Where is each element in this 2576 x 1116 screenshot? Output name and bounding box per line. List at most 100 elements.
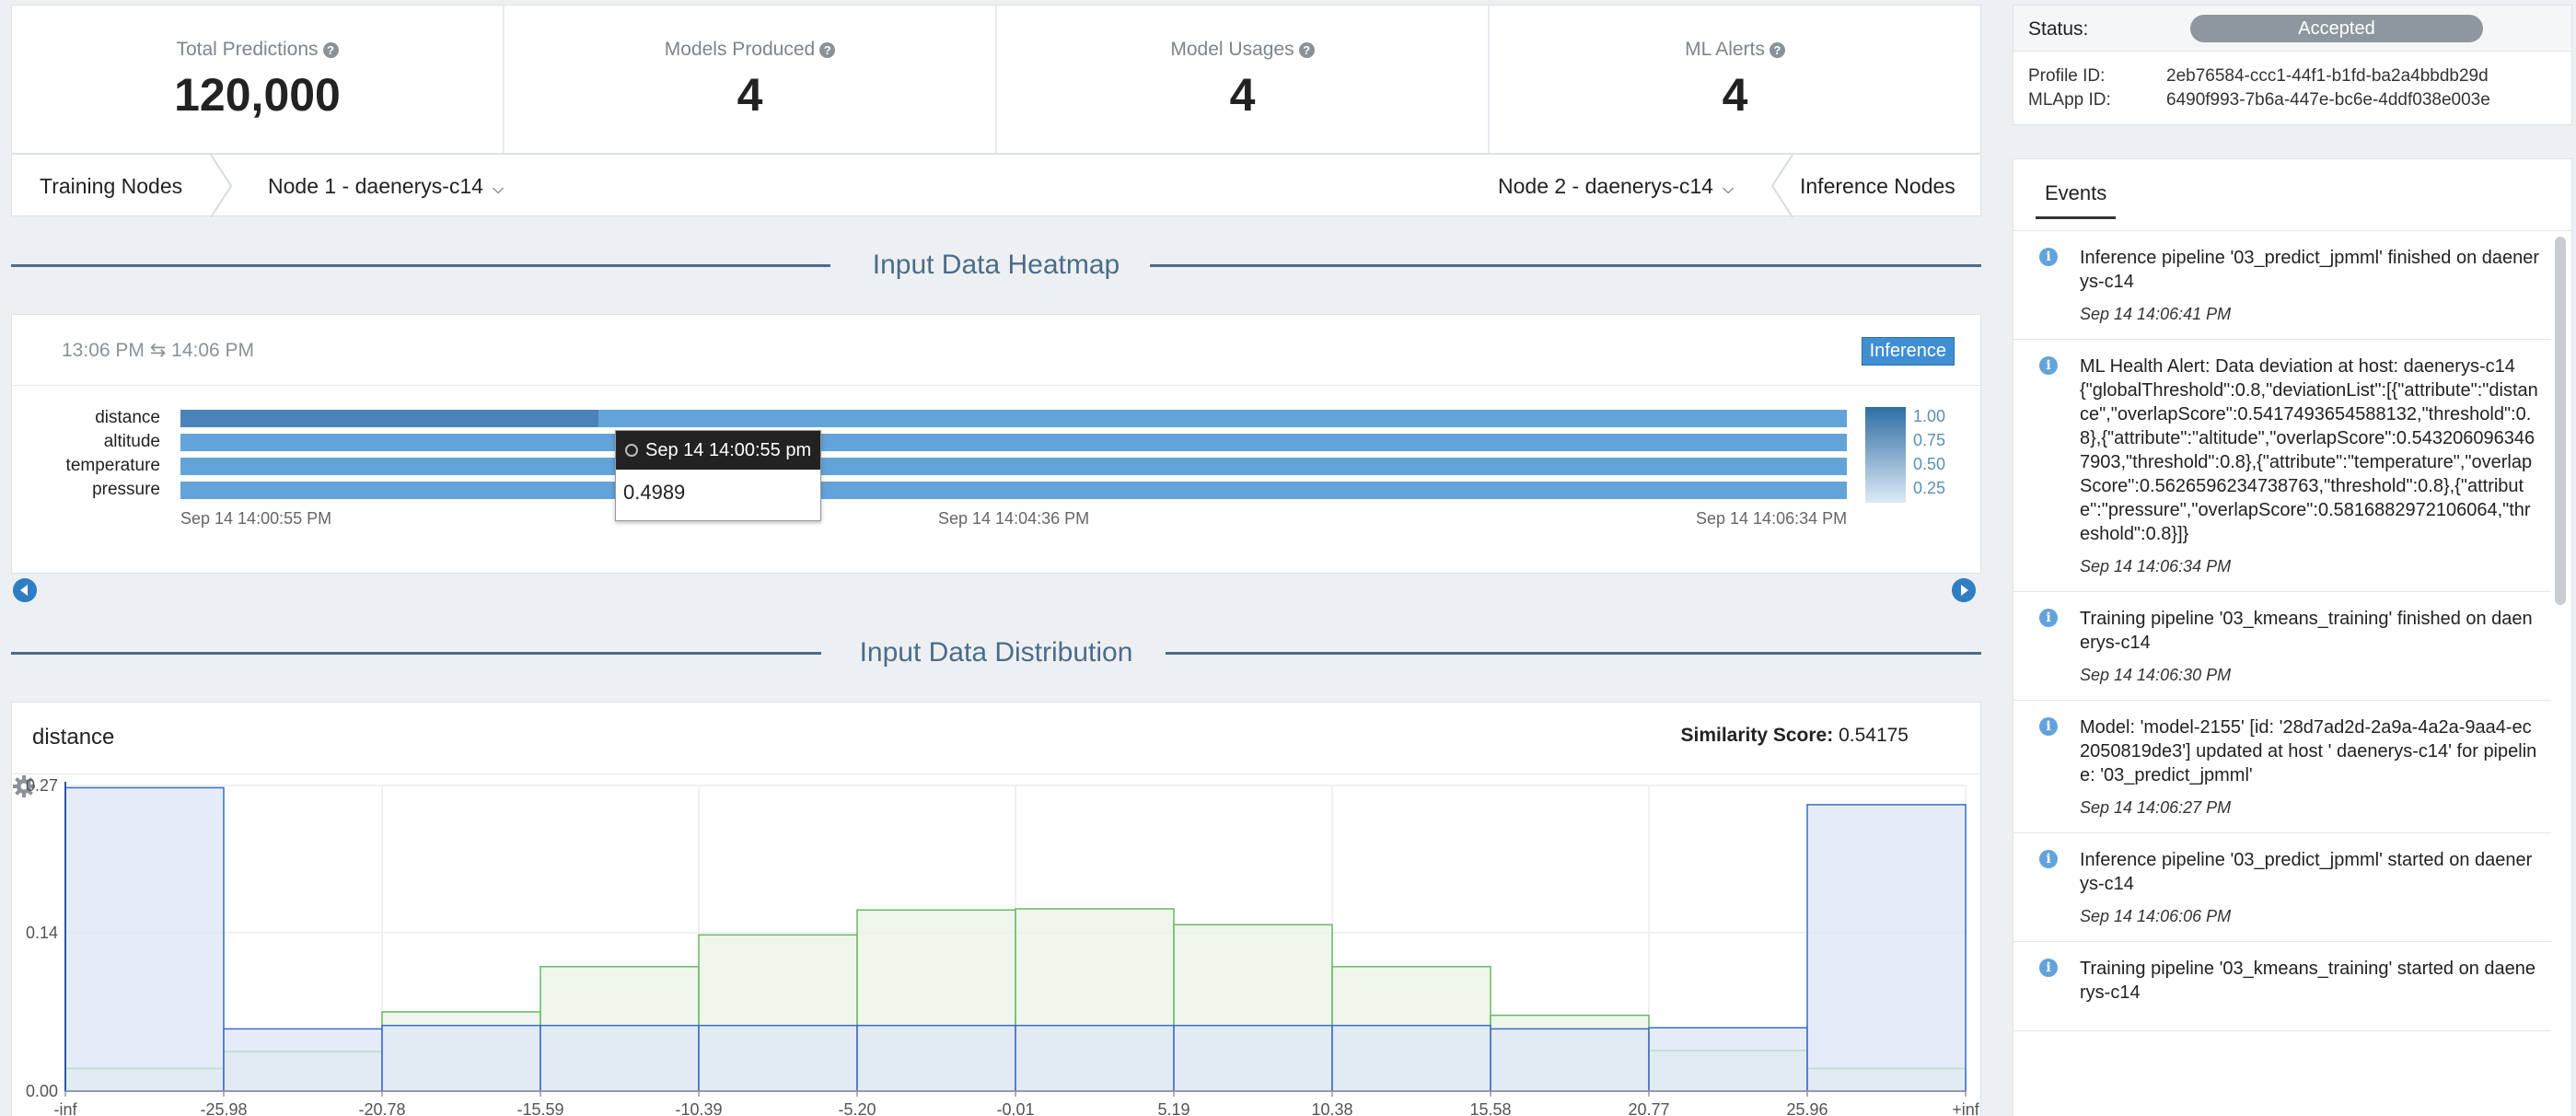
info-icon: i — [2039, 850, 2058, 868]
histogram-bar-inference — [64, 786, 225, 1092]
event-time: Sep 14 14:06:30 PM — [2080, 666, 2232, 684]
x-tick-label: -10.39 — [675, 1100, 722, 1116]
events-panel: Events i Inference pipeline '03_predict_j… — [2013, 158, 2572, 1116]
event-item: i Inference pipeline '03_predict_jpmml' s… — [2013, 833, 2551, 942]
x-tick-label: 10.38 — [1311, 1100, 1352, 1116]
heatmap-cell — [180, 410, 598, 427]
y-tick-label: 0.27 — [26, 776, 58, 795]
heatmap-panel: 13:06 PM ⇆ 14:06 PM Inference distance a… — [11, 314, 1981, 574]
node1-label: Node 1 - daenerys-c14 — [268, 174, 483, 198]
help-icon[interactable]: ? — [1298, 42, 1315, 58]
event-message: Training pipeline '03_kmeans_training' f… — [2080, 609, 2533, 653]
event-message: Model: 'model-2155' [id: '28d7ad2d-2a9a-… — [2080, 717, 2537, 785]
heatmap-row-label: altitude — [103, 432, 160, 451]
heatmap-row-altitude[interactable] — [180, 434, 1847, 451]
histogram-bar-inference — [698, 1024, 858, 1092]
status-badge: Accepted — [2190, 15, 2483, 42]
heatmap-x-tick: Sep 14 14:00:55 PM — [180, 509, 332, 528]
distribution-header: distance Similarity Score: 0.54175 — [12, 703, 1980, 797]
profile-id-label: Profile ID: — [2028, 66, 2106, 86]
training-nodes-label[interactable]: Training Nodes — [40, 155, 182, 217]
distribution-section-header: Input Data Distribution — [11, 630, 1981, 676]
histogram-bar-inference — [381, 1024, 541, 1092]
tooltip-value: 0.4989 — [623, 481, 686, 504]
heatmap-tooltip: Sep 14 14:00:55 pm 0.4989 — [615, 430, 821, 521]
kpi-model-usages: Model Usages? 4 — [997, 6, 1490, 153]
y-tick-label: 0.14 — [26, 924, 58, 942]
histogram-bar-inference — [1648, 1027, 1808, 1092]
x-tick-label: -15.59 — [516, 1100, 563, 1116]
breadcrumb-chevron — [1770, 155, 1793, 217]
kpi-label: Models Produced — [664, 39, 816, 60]
help-icon[interactable]: ? — [1769, 42, 1785, 58]
breadcrumb-chevron — [210, 155, 233, 217]
histogram-bar-inference — [1015, 1024, 1175, 1092]
help-icon[interactable]: ? — [819, 42, 836, 58]
heatmap-row-label: distance — [95, 408, 160, 427]
x-tick-label: -inf — [53, 1100, 77, 1116]
chevron-down-icon: ⌵ — [1722, 181, 1735, 197]
info-icon: i — [2039, 609, 2058, 627]
status-label: Status: — [2028, 18, 2089, 40]
event-message: Inference pipeline '03_predict_jpmml' st… — [2080, 850, 2533, 894]
tooltip-time: Sep 14 14:00:55 pm — [645, 440, 812, 460]
info-icon: i — [2039, 959, 2058, 977]
heatmap-row-distance[interactable] — [180, 410, 1847, 427]
kpi-total-predictions: Total Predictions? 120,000 — [12, 6, 505, 153]
scale-tick: 0.25 — [1913, 479, 1946, 497]
x-tick-label: 25.96 — [1786, 1100, 1828, 1116]
x-tick-label: -20.78 — [358, 1100, 405, 1116]
x-tick-label: -25.98 — [200, 1100, 247, 1116]
heatmap-row-temperature[interactable] — [180, 458, 1847, 475]
event-item: i Training pipeline '03_kmeans_training' … — [2013, 592, 2551, 701]
heatmap-x-tick: Sep 14 14:04:36 PM — [938, 509, 1090, 528]
similarity-value: 0.54175 — [1839, 725, 1909, 746]
histogram-bar-inference — [1331, 1024, 1491, 1092]
kpi-label: Total Predictions — [176, 39, 319, 60]
event-time: Sep 14 14:06:41 PM — [2080, 305, 2232, 323]
histogram-bar-inference — [1173, 1024, 1333, 1092]
kpi-models-produced: Models Produced? 4 — [505, 6, 997, 153]
node1-dropdown[interactable]: Node 1 - daenerys-c14 ⌵ — [268, 155, 504, 221]
histogram-bar-inference — [1806, 804, 1967, 1092]
divider — [12, 385, 1980, 386]
y-tick-label: 0.00 — [26, 1082, 58, 1100]
section-title: Input Data Heatmap — [872, 250, 1120, 280]
mlapp-id-label: MLApp ID: — [2028, 90, 2111, 110]
event-item: i ML Health Alert: Data deviation at host… — [2013, 340, 2551, 592]
events-scrollbar[interactable] — [2555, 237, 2566, 605]
kpi-value: 4 — [1722, 69, 1748, 121]
x-tick-label: 20.77 — [1628, 1100, 1669, 1116]
attribute-title: distance — [32, 725, 115, 750]
inference-badge: Inference — [1861, 337, 1955, 366]
node2-dropdown[interactable]: Node 2 - daenerys-c14 ⌵ — [1498, 155, 1734, 221]
scale-tick: 0.75 — [1913, 431, 1946, 449]
event-message: ML Health Alert: Data deviation at host:… — [2080, 356, 2538, 544]
scroll-right-icon[interactable] — [1952, 578, 1976, 602]
kpi-ml-alerts: ML Alerts? 4 — [1490, 6, 1980, 153]
distribution-panel: distance Similarity Score: 0.54175 0.00 0… — [11, 702, 1981, 1116]
tab-events[interactable]: Events — [2035, 181, 2117, 219]
inference-nodes-label[interactable]: Inference Nodes — [1800, 155, 1955, 217]
x-tick-label: 5.19 — [1157, 1100, 1189, 1116]
scroll-left-icon[interactable] — [13, 578, 37, 602]
x-tick-label: -5.20 — [838, 1100, 876, 1116]
info-icon: i — [2039, 248, 2058, 266]
event-item: i Model: 'model-2155' [id: '28d7ad2d-2a9a… — [2013, 701, 2551, 833]
event-message: Inference pipeline '03_predict_jpmml' fi… — [2080, 248, 2540, 292]
scale-tick: 0.50 — [1913, 455, 1946, 473]
x-tick-label: -0.01 — [996, 1100, 1034, 1116]
help-icon[interactable]: ? — [322, 42, 339, 58]
kpi-label: Model Usages — [1170, 39, 1294, 60]
section-title: Input Data Distribution — [859, 637, 1133, 668]
time-range-selector[interactable]: 13:06 PM ⇆ 14:06 PM — [62, 339, 254, 362]
similarity-label: Similarity Score: — [1680, 725, 1834, 746]
heatmap-row-label: temperature — [65, 456, 160, 475]
profile-id-value: 2eb76584-ccc1-44f1-b1fd-ba2a4bbdb29d — [2166, 66, 2489, 86]
heatmap-row-pressure[interactable] — [180, 482, 1847, 499]
kpi-label: ML Alerts — [1685, 39, 1765, 60]
event-time: Sep 14 14:06:34 PM — [2080, 557, 2232, 575]
histogram-bar-inference — [856, 1024, 1016, 1092]
event-item: i Training pipeline '03_kmeans_training' … — [2013, 942, 2551, 1031]
chevron-down-icon: ⌵ — [492, 181, 505, 197]
